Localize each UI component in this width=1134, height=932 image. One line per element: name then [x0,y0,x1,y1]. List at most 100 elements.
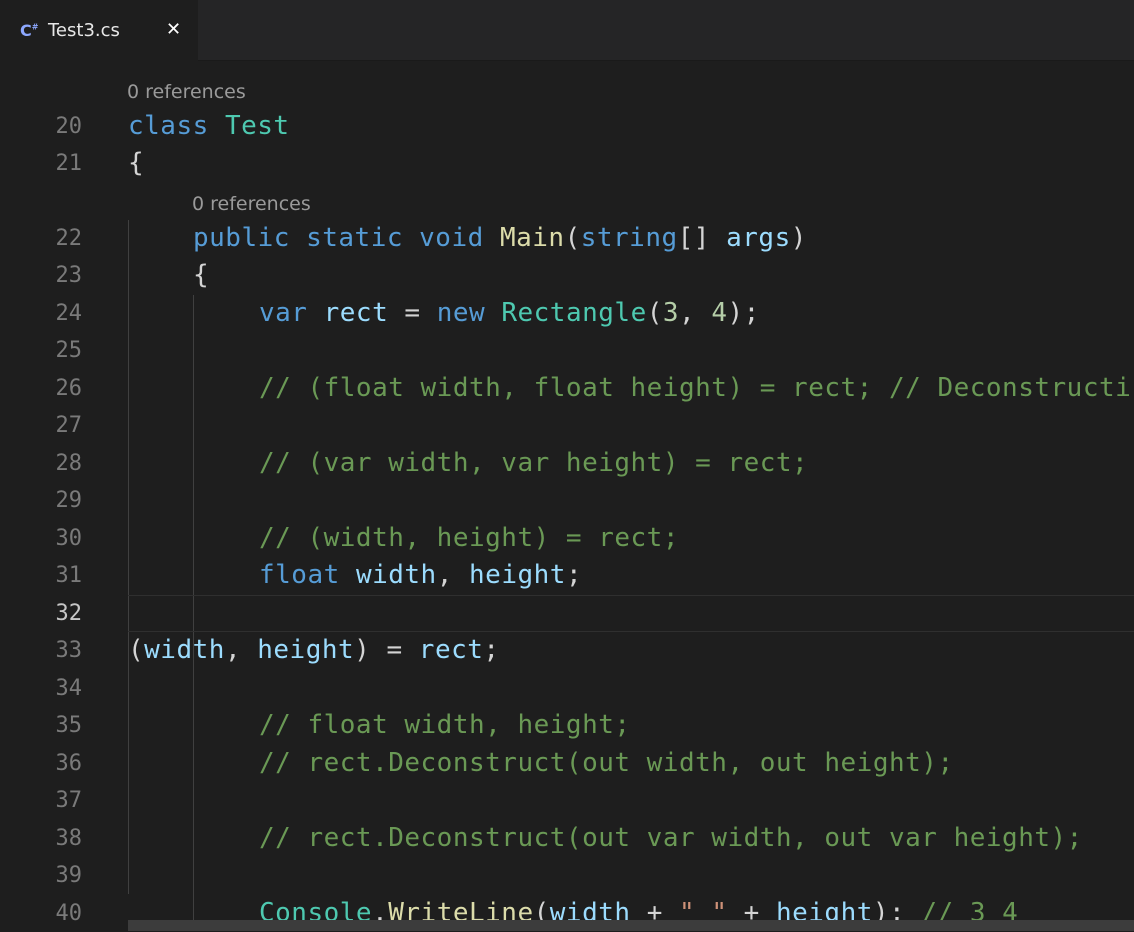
line-number: 28 [55,451,83,476]
code-line[interactable]: 25 [0,332,1134,369]
code-token: , [436,560,470,590]
code-line[interactable]: 38 // rect.Deconstruct(out var width, out… [0,820,1134,857]
code-line[interactable]: 33 (width, height) = rect; [0,632,1134,669]
line-number: 35 [55,713,83,738]
code-token: = [388,298,437,328]
code-token: new [436,298,486,328]
code-token: // rect.Deconstruct(out var width, out v… [259,823,1083,853]
csharp-file-icon: C# [20,21,39,40]
code-line[interactable]: 22 public static void Main(string[] args) [0,220,1134,257]
line-number: 38 [55,826,83,851]
code-text: // (width, height) = rect; [259,520,679,557]
code-line[interactable]: 36 // rect.Deconstruct(out width, out hei… [0,745,1134,782]
line-number: 32 [55,601,83,626]
code-text: public static void Main(string[] args) [193,220,807,257]
code-line[interactable]: 29 [0,482,1134,519]
code-token: { [128,148,145,178]
code-token: width [144,635,225,665]
code-text: // (var width, var height) = rect; [259,445,808,482]
line-number: 20 [55,114,83,139]
code-editor[interactable]: 0 references 0 references 20 class Test 21… [0,61,1134,931]
code-text: // (float width, float height) = rect; /… [259,370,1131,407]
code-token: float [259,560,340,590]
code-line[interactable]: 37 [0,782,1134,819]
code-line[interactable]: 26 // (float width, float height) = rect;… [0,370,1134,407]
code-line[interactable]: 20 class Test [0,108,1134,145]
close-icon[interactable]: ✕ [166,19,181,40]
codelens-class-references[interactable]: 0 references [127,80,246,104]
code-token: ( [646,298,663,328]
code-token: height [469,560,566,590]
code-line[interactable]: 24 var rect = new Rectangle(3, 4); [0,295,1134,332]
code-line[interactable]: 30 // (width, height) = rect; [0,520,1134,557]
code-token: static [306,223,403,253]
line-number: 23 [55,263,83,288]
code-line[interactable]: 27 [0,407,1134,444]
tab-test3-cs[interactable]: C# Test3.cs ✕ [0,0,198,61]
code-token: // float width, height; [259,710,631,740]
code-token: Test [224,111,290,141]
line-number: 25 [55,338,83,363]
code-token: var [259,298,308,328]
line-number: 24 [55,301,83,326]
code-token: ); [727,298,760,328]
line-number: 26 [55,376,83,401]
code-line[interactable]: 35 // float width, height; [0,707,1134,744]
code-token: // rect.Deconstruct(out width, out heigh… [259,748,954,778]
code-token: ; [483,635,500,665]
line-number: 21 [55,151,83,176]
line-number: 33 [55,638,83,663]
code-token: 4 [711,298,728,328]
line-number: 31 [55,563,83,588]
code-token: // (width, height) = rect; [259,523,679,553]
code-token: { [193,260,210,290]
code-token: height [257,635,355,665]
line-number: 27 [55,413,83,438]
code-text: // float width, height; [259,707,631,744]
code-token: // (float width, float height) = rect; /… [259,373,1132,403]
line-number: 22 [55,226,83,251]
code-text: // rect.Deconstruct(out width, out heigh… [259,745,954,782]
tab-label: Test3.cs [48,20,120,41]
code-text: float width, height; [259,557,582,594]
code-line[interactable]: 28 // (var width, var height) = rect; [0,445,1134,482]
code-token: Rectangle [501,298,647,328]
code-line[interactable]: 21 { [0,145,1134,182]
code-token: width [355,560,437,590]
code-token: rect [418,635,484,665]
code-line[interactable]: 32 [0,595,1134,632]
line-number: 29 [55,488,83,513]
code-text: (width, height) = rect; [128,632,500,669]
code-token: ( [564,223,581,253]
code-token: ) [790,223,807,253]
horizontal-scrollbar[interactable] [128,920,1134,931]
code-text: var rect = new Rectangle(3, 4); [259,295,760,332]
code-token: public [193,223,290,253]
code-token: , [224,635,258,665]
code-token: rect [323,298,389,328]
code-token: [] [677,223,727,253]
code-token: ) = [354,635,419,665]
code-line[interactable]: 23 { [0,257,1134,294]
code-token: Main [499,223,565,253]
code-text: { [193,257,209,294]
code-token: class [128,111,209,141]
code-token: 3 [662,298,680,328]
code-line[interactable]: 39 [0,857,1134,894]
code-token: , [679,298,712,328]
code-text: class Test [128,108,290,145]
code-line[interactable]: 34 [0,670,1134,707]
code-token: // (var width, var height) = rect; [259,448,809,478]
line-number: 39 [55,863,83,888]
codelens-method-references[interactable]: 0 references [192,192,311,216]
code-token: args [726,223,791,253]
code-line[interactable]: 31 float width, height; [0,557,1134,594]
line-number: 40 [55,901,83,926]
line-number: 36 [55,751,83,776]
code-token: string [580,223,678,253]
